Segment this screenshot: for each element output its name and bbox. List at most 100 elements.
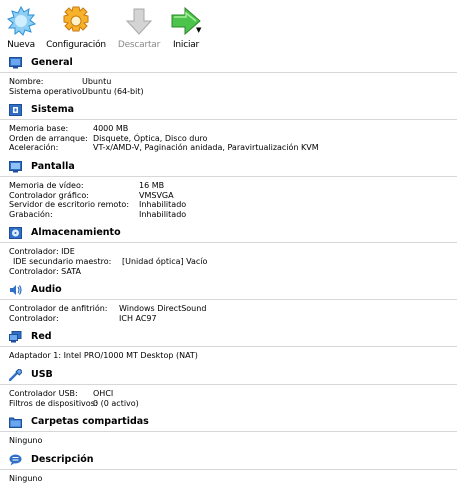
detail-key: Memoria base: (9, 124, 69, 134)
section-audio: Audio Controlador de anfitrión: Windows … (0, 281, 457, 328)
detail-text: Controlador: SATA (9, 266, 81, 276)
section-header-system[interactable]: Sistema (0, 101, 457, 121)
detail-value: OHCI (93, 388, 114, 398)
detail-value: Inhabilitado (139, 200, 187, 210)
detail-text: Controlador: IDE (9, 247, 75, 257)
detail-value: 0 (0 activo) (93, 398, 139, 408)
detail-row: Controlador de anfitrión: Windows Direct… (9, 304, 457, 314)
description-speech-icon (9, 454, 22, 466)
section-header-shared-folders[interactable]: Carpetas compartidas (0, 413, 457, 433)
detail-key: Nombre: (9, 77, 44, 86)
section-title-storage: Almacenamiento (31, 227, 121, 239)
detail-row: Controlador: SATA (9, 267, 457, 277)
detail-row: Controlador gráfico: VMSVGA (9, 191, 457, 201)
section-title-network: Red (31, 331, 52, 343)
section-header-storage[interactable]: Almacenamiento (0, 224, 457, 244)
detail-value: Inhabilitado (139, 209, 187, 219)
general-monitor-icon (9, 57, 22, 69)
detail-row: Controlador: IDE (9, 247, 457, 257)
section-header-usb[interactable]: USB (0, 366, 457, 385)
section-network: Red Adaptador 1: Intel PRO/1000 MT Deskt… (0, 328, 457, 366)
detail-key: IDE secundario maestro: (13, 256, 112, 266)
detail-value: 16 MB (139, 180, 165, 190)
detail-row: Filtros de dispositivos: 0 (0 activo) (9, 399, 457, 409)
detail-row: Adaptador 1: Intel PRO/1000 MT Desktop (… (9, 351, 457, 361)
section-description: Descripción Ninguno (0, 451, 457, 489)
discard-button-label: Descartar (117, 40, 161, 50)
detail-key: Controlador: (9, 313, 59, 323)
storage-disk-icon (9, 227, 22, 240)
detail-key: Memoria de vídeo: (9, 180, 84, 190)
detail-value: VMSVGA (139, 190, 174, 200)
detail-row: Orden de arranque: Disquete, Óptica, Dis… (9, 134, 457, 144)
start-button-label: Iniciar (172, 40, 200, 50)
detail-key: Filtros de dispositivos: (9, 398, 98, 408)
section-header-audio[interactable]: Audio (0, 281, 457, 301)
detail-value: Ubuntu (64-bit) (82, 86, 144, 96)
section-storage: Almacenamiento Controlador: IDE IDE secu… (0, 224, 457, 281)
details-pane: General Nombre: Ubuntu Sistema operativo… (0, 54, 457, 488)
section-title-system: Sistema (31, 104, 75, 116)
detail-value: Windows DirectSound (119, 304, 207, 314)
detail-row: Ninguno (9, 474, 457, 484)
detail-key: Controlador USB: (9, 388, 78, 398)
detail-row: Servidor de escritorio remoto: Inhabilit… (9, 200, 457, 210)
new-vm-icon (4, 5, 38, 36)
detail-value: [Unidad óptica] Vacío (122, 256, 208, 266)
section-title-usb: USB (31, 368, 53, 380)
detail-value: Disquete, Óptica, Disco duro (93, 133, 208, 143)
detail-row: Nombre: Ubuntu (9, 77, 457, 87)
detail-row: IDE secundario maestro: [Unidad óptica] … (9, 257, 457, 267)
settings-gear-icon (59, 6, 93, 36)
detail-key: Controlador de anfitrión: (9, 304, 108, 314)
toolbar: Nueva Configuración Descartar Iniciar ▼ (0, 0, 457, 54)
section-header-description[interactable]: Descripción (0, 451, 457, 470)
discard-button[interactable]: Descartar (110, 6, 168, 50)
display-monitor-icon (9, 160, 22, 173)
detail-key: Servidor de escritorio remoto: (9, 200, 130, 210)
detail-row: Aceleración: VT-x/AMD-V, Paginación anid… (9, 143, 457, 153)
detail-value: 4000 MB (93, 124, 129, 134)
new-button-label: Nueva (7, 40, 35, 50)
detail-row: Controlador: ICH AC97 (9, 314, 457, 324)
settings-button-label: Configuración (46, 40, 106, 50)
detail-key: Controlador gráfico: (9, 190, 89, 200)
section-header-display[interactable]: Pantalla (0, 158, 457, 177)
section-title-general: General (31, 57, 73, 68)
detail-value: VT-x/AMD-V, Paginación anidada, Paravirt… (93, 143, 319, 153)
detail-text: Adaptador 1: Intel PRO/1000 MT Desktop (… (9, 351, 198, 361)
detail-row: Controlador USB: OHCI (9, 389, 457, 399)
detail-text: Ninguno (9, 436, 43, 446)
shared-folder-icon (9, 417, 22, 429)
detail-key: Grabación: (9, 209, 53, 219)
section-system: Sistema Memoria base: 4000 MB Orden de a… (0, 101, 457, 158)
section-title-display: Pantalla (31, 160, 75, 172)
section-title-shared-folders: Carpetas compartidas (31, 416, 149, 428)
detail-key: Aceleración: (9, 143, 59, 153)
detail-row: Ninguno (9, 436, 457, 446)
discard-arrow-icon (122, 6, 156, 36)
section-usb: USB Controlador USB: OHCI Filtros de dis… (0, 366, 457, 413)
section-header-network[interactable]: Red (0, 328, 457, 348)
section-header-general[interactable]: General (0, 54, 457, 73)
section-shared-folders: Carpetas compartidas Ninguno (0, 413, 457, 451)
system-chip-icon (9, 104, 22, 117)
detail-row: Sistema operativo: Ubuntu (64-bit) (9, 87, 457, 97)
detail-text: Ninguno (9, 473, 43, 483)
detail-row: Memoria de vídeo: 16 MB (9, 181, 457, 191)
detail-row: Memoria base: 4000 MB (9, 124, 457, 134)
usb-icon (9, 368, 22, 381)
audio-speaker-icon (10, 285, 22, 296)
section-title-audio: Audio (31, 284, 62, 296)
network-icon (9, 331, 22, 343)
section-display: Pantalla Memoria de vídeo: 16 MB Control… (0, 158, 457, 224)
detail-row: Grabación: Inhabilitado (9, 210, 457, 220)
detail-key: Sistema operativo: (9, 86, 85, 96)
detail-value: Ubuntu (82, 77, 112, 86)
new-button[interactable]: Nueva (4, 5, 38, 50)
detail-value: ICH AC97 (119, 313, 157, 323)
start-dropdown-arrow-icon[interactable]: ▼ (196, 26, 201, 34)
settings-button[interactable]: Configuración (46, 6, 106, 50)
detail-key: Orden de arranque: (9, 133, 88, 143)
section-title-description: Descripción (31, 453, 94, 465)
